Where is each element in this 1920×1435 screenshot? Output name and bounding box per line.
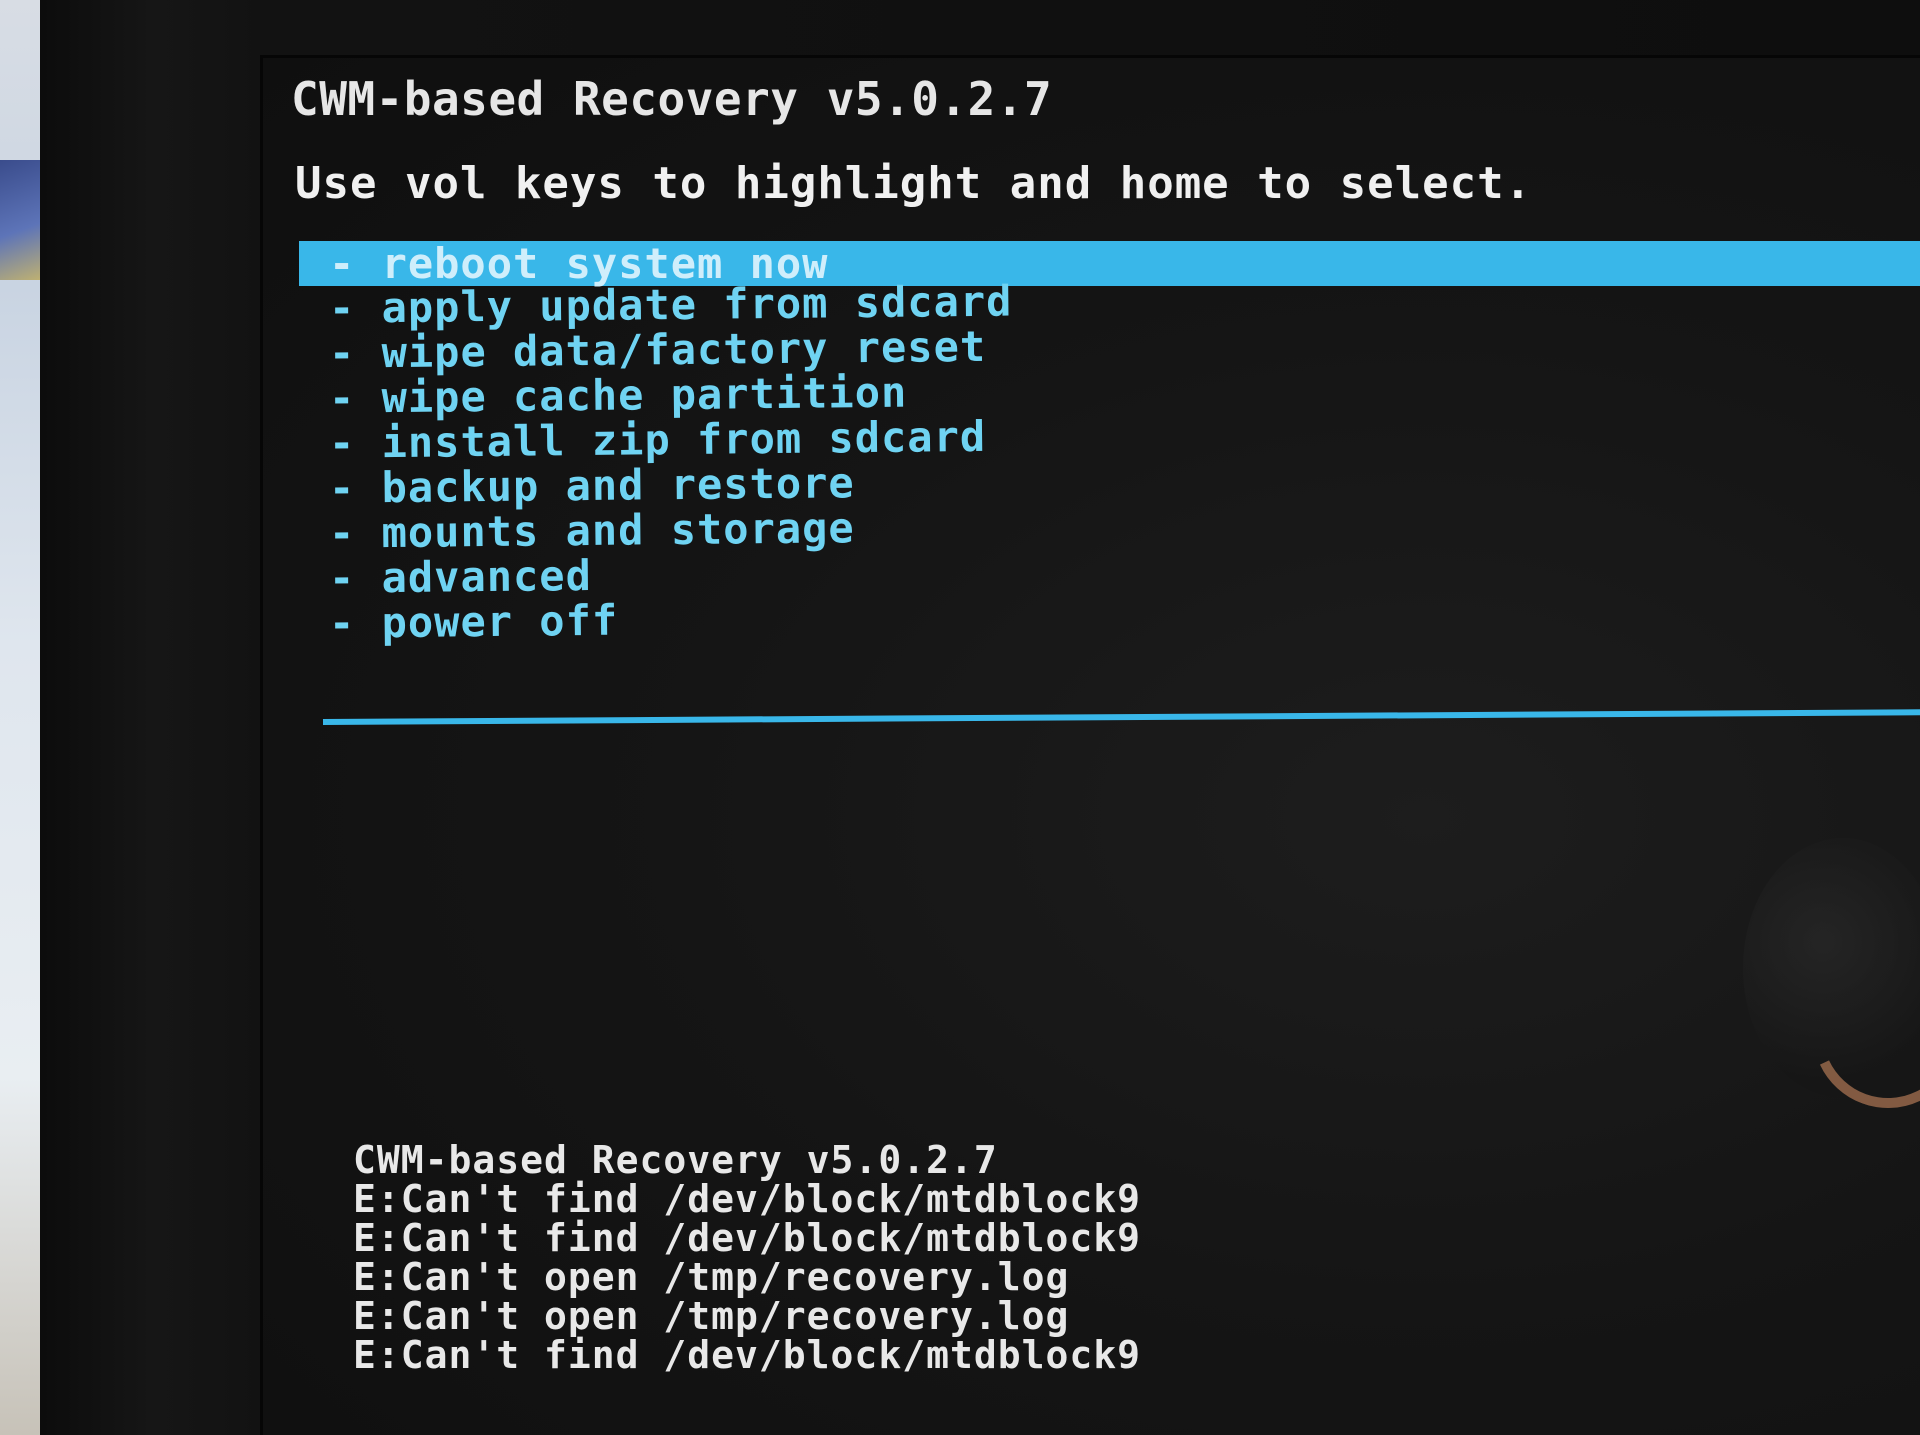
menu-divider	[322, 709, 1920, 725]
log-line: CWM-based Recovery v5.0.2.7	[353, 1138, 998, 1182]
log-line: E:Can't open /tmp/recovery.log	[353, 1255, 1070, 1299]
recovery-screen: CWM-based Recovery v5.0.2.7 Use vol keys…	[260, 55, 1920, 1435]
log-output: CWM-based Recovery v5.0.2.7 E:Can't find…	[353, 1141, 1141, 1375]
instruction-text: Use vol keys to highlight and home to se…	[295, 158, 1533, 209]
recovery-menu: - reboot system now - apply update from …	[299, 241, 1920, 648]
log-line: E:Can't open /tmp/recovery.log	[353, 1294, 1070, 1338]
log-line: E:Can't find /dev/block/mtdblock9	[353, 1177, 1141, 1221]
recovery-title: CWM-based Recovery v5.0.2.7	[291, 72, 1053, 126]
log-line: E:Can't find /dev/block/mtdblock9	[353, 1216, 1141, 1260]
photo: CWM-based Recovery v5.0.2.7 Use vol keys…	[0, 0, 1920, 1435]
log-line: E:Can't find /dev/block/mtdblock9	[353, 1333, 1141, 1377]
